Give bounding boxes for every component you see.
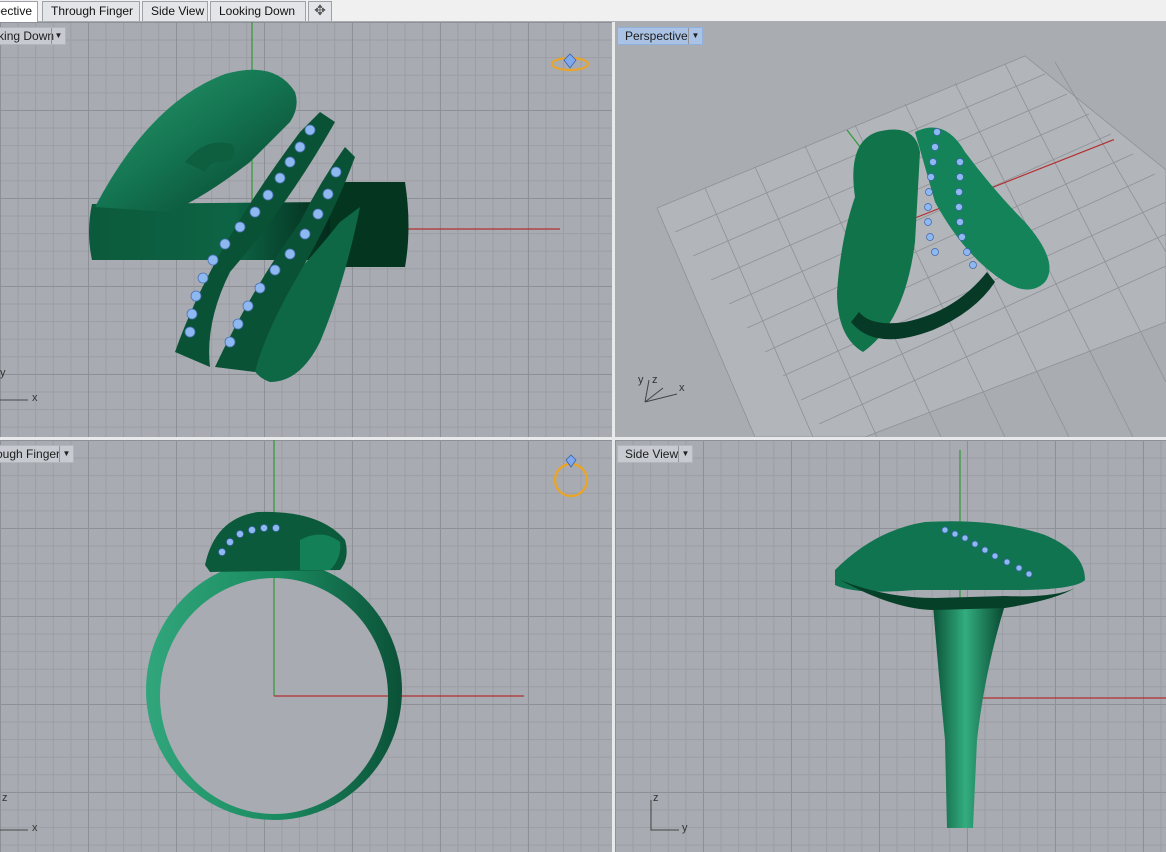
tab-through-finger[interactable]: Through Finger xyxy=(42,1,140,21)
viewport-title: Perspective xyxy=(625,29,688,43)
add-tab-button[interactable]: ✥ xyxy=(308,1,332,21)
tab-label: Side View xyxy=(151,4,205,18)
tab-label: Through Finger xyxy=(51,4,134,18)
viewport-side-view[interactable]: Side View ▼ z y xyxy=(615,440,1166,852)
tab-looking-down[interactable]: Looking Down xyxy=(210,1,306,21)
tab-label: Perspective xyxy=(0,4,32,18)
viewport-title: Looking Down xyxy=(0,29,55,43)
viewport-menu-chevron-icon[interactable]: ▼ xyxy=(51,28,65,44)
axis-label-z: z xyxy=(2,792,8,804)
axis-label-x: x xyxy=(679,382,685,394)
viewport-label-side-view[interactable]: Side View ▼ xyxy=(617,445,693,463)
axis-label-z: z xyxy=(652,374,658,386)
ring-top-view-render: y xyxy=(0,22,590,401)
viewport-menu-chevron-icon[interactable]: ▼ xyxy=(59,446,73,462)
ring-badge-icon xyxy=(550,53,590,72)
axis-label-y: y xyxy=(682,822,688,834)
viewport-label-through-finger[interactable]: Through Finger ▼ xyxy=(0,445,74,463)
viewport-looking-down[interactable]: Looking Down ▼ xyxy=(0,22,612,437)
axis-label-x: x xyxy=(32,392,38,404)
ring-badge-icon xyxy=(553,454,589,498)
plus-icon: ✥ xyxy=(314,2,326,18)
svg-text:y: y xyxy=(0,367,6,379)
viewport-splitter-horizontal[interactable] xyxy=(0,437,1166,440)
viewport-label-perspective[interactable]: Perspective ▼ xyxy=(617,27,703,45)
viewport-label-looking-down[interactable]: Looking Down ▼ xyxy=(0,27,66,45)
view-tab-bar: Perspective Through Finger Side View Loo… xyxy=(0,0,1166,22)
viewport-perspective[interactable]: Perspective ▼ y z x xyxy=(615,22,1166,437)
viewport-title: Side View xyxy=(625,447,679,461)
tab-label: Looking Down xyxy=(219,4,296,18)
viewport-title: Through Finger xyxy=(0,447,61,461)
tab-perspective[interactable]: Perspective xyxy=(0,1,38,22)
viewport-menu-chevron-icon[interactable]: ▼ xyxy=(678,446,692,462)
axis-label-z: z xyxy=(653,792,659,804)
viewport-through-finger[interactable]: Through Finger ▼ z x xyxy=(0,440,612,852)
ring-front-view-render xyxy=(0,440,589,831)
axis-label-y: y xyxy=(638,374,644,386)
viewport-menu-chevron-icon[interactable]: ▼ xyxy=(688,28,702,44)
ring-perspective-render xyxy=(644,55,1166,437)
axis-label-x: x xyxy=(32,822,38,834)
ring-side-view-render xyxy=(650,450,1166,831)
tab-side-view[interactable]: Side View xyxy=(142,1,208,21)
